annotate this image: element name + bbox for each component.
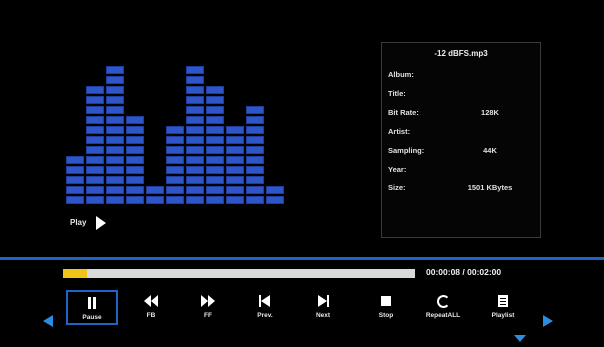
info-label: Year: bbox=[388, 165, 407, 174]
spectrum-bar bbox=[146, 184, 164, 204]
progress-fill bbox=[63, 269, 87, 278]
info-row-year: Year: bbox=[388, 165, 534, 177]
info-row-title: Title: bbox=[388, 89, 534, 101]
file-name: -12 dBFS.mp3 bbox=[434, 49, 488, 58]
playlist-icon bbox=[498, 295, 508, 308]
scroll-right-arrow-icon[interactable] bbox=[543, 315, 553, 327]
pause-button[interactable]: Pause bbox=[66, 290, 118, 325]
spectrum-bar bbox=[126, 114, 144, 204]
spectrum-bar bbox=[206, 84, 224, 204]
progress-bar[interactable] bbox=[63, 269, 415, 278]
info-row-bit-rate: Bit Rate: 128K bbox=[388, 108, 534, 120]
control-label: Pause bbox=[82, 314, 102, 321]
spectrum-bar bbox=[106, 64, 124, 204]
repeat-all-button[interactable]: RepeatALL bbox=[417, 290, 469, 325]
control-label: Playlist bbox=[491, 312, 515, 319]
spectrum-bar bbox=[66, 154, 84, 204]
spectrum-bar bbox=[266, 184, 284, 204]
control-label: Stop bbox=[378, 312, 394, 319]
info-row-size: Size: 1501 KBytes bbox=[388, 183, 534, 195]
spectrum-bar bbox=[226, 124, 244, 204]
stop-button[interactable]: Stop bbox=[360, 290, 412, 325]
info-label: Size: bbox=[388, 183, 406, 192]
spectrum-visualizer bbox=[66, 62, 284, 204]
control-label: FF bbox=[204, 312, 212, 319]
fast-forward-icon bbox=[201, 295, 215, 308]
info-label: Title: bbox=[388, 89, 406, 98]
scroll-down-arrow-icon[interactable] bbox=[514, 335, 526, 342]
divider-line bbox=[0, 257, 604, 260]
spectrum-bar bbox=[86, 84, 104, 204]
info-row-sampling: Sampling: 44K bbox=[388, 146, 534, 158]
control-label: FB bbox=[146, 312, 156, 319]
info-row-album: Album: bbox=[388, 70, 534, 82]
info-row-artist: Artist: bbox=[388, 127, 534, 139]
playlist-button[interactable]: Playlist bbox=[477, 290, 529, 325]
info-label: Artist: bbox=[388, 127, 411, 136]
info-value: 1501 KBytes bbox=[467, 183, 513, 192]
previous-button[interactable]: Prev. bbox=[239, 290, 291, 325]
info-label: Bit Rate: bbox=[388, 108, 419, 117]
spectrum-bar bbox=[246, 104, 264, 204]
control-label: Next bbox=[315, 312, 331, 319]
next-button[interactable]: Next bbox=[297, 290, 349, 325]
file-info-panel: -12 dBFS.mp3 Album: Title: Bit Rate: 128K… bbox=[381, 42, 541, 238]
info-value: 44K bbox=[483, 146, 497, 155]
play-icon bbox=[96, 216, 106, 230]
time-display: 00:00:08 / 00:02:00 bbox=[426, 267, 502, 277]
info-label: Album: bbox=[388, 70, 414, 79]
spectrum-bar bbox=[186, 64, 204, 204]
spectrum-bar bbox=[166, 124, 184, 204]
fast-backward-button[interactable]: FB bbox=[125, 290, 177, 325]
control-label: Prev. bbox=[257, 312, 273, 319]
fast-backward-icon bbox=[144, 295, 158, 308]
previous-icon bbox=[259, 295, 271, 308]
next-icon bbox=[317, 295, 329, 308]
music-player-screen: Play -12 dBFS.mp3 Album: Title: Bit Rate… bbox=[0, 0, 604, 347]
info-value: 128K bbox=[481, 108, 499, 117]
play-status-label: Play bbox=[70, 218, 87, 227]
control-label: RepeatALL bbox=[425, 312, 461, 319]
scroll-left-arrow-icon[interactable] bbox=[43, 315, 53, 327]
fast-forward-button[interactable]: FF bbox=[182, 290, 234, 325]
stop-icon bbox=[381, 295, 391, 308]
pause-icon bbox=[87, 297, 97, 310]
info-label: Sampling: bbox=[388, 146, 425, 155]
repeat-icon bbox=[437, 295, 450, 308]
